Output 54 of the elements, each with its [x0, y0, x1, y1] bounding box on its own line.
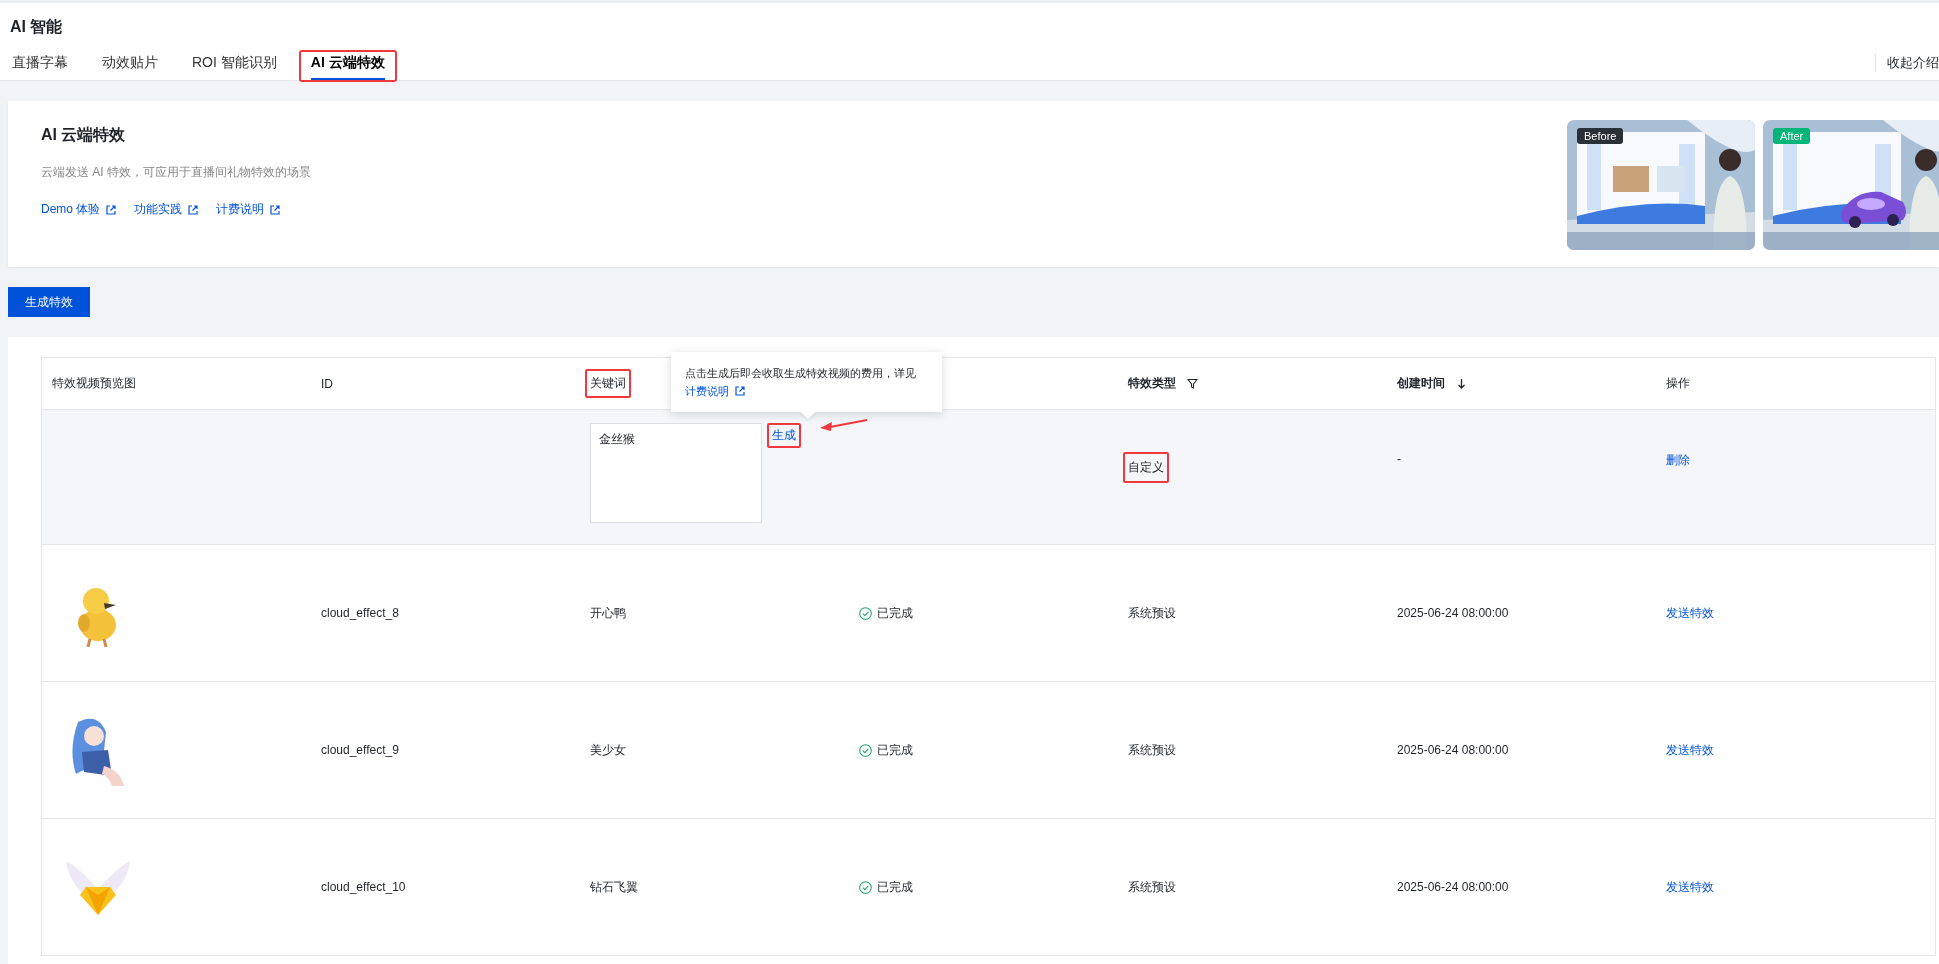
table-cell: 系统预设 — [1128, 605, 1176, 620]
external-link-icon — [106, 204, 117, 215]
column-header: 创建时间 — [1396, 375, 1446, 392]
tab[interactable]: ROI 智能识别 — [180, 50, 289, 82]
column-header: 关键词 — [585, 369, 631, 398]
table-cell: 开心鸭 — [590, 605, 626, 620]
tab[interactable]: 动效贴片 — [90, 50, 170, 82]
status-text: 已完成 — [877, 878, 913, 896]
table-cell: - — [1397, 452, 1401, 466]
check-circle-icon — [859, 606, 872, 620]
tab[interactable]: AI 云端特效 — [298, 50, 397, 82]
table-cell: 自定义 — [1123, 452, 1169, 483]
status-text: 已完成 — [877, 604, 913, 622]
table-cell: 美少女 — [590, 742, 626, 757]
external-link-icon — [735, 386, 745, 396]
table-cell: 钻石飞翼 — [590, 879, 638, 894]
column-header: ID — [320, 375, 334, 393]
table-cell: cloud_effect_9 — [321, 743, 399, 757]
check-circle-icon — [859, 743, 872, 757]
pricing-link[interactable]: 计费说明 — [685, 382, 745, 400]
preview-badge: After — [1773, 128, 1811, 144]
send-effect-link[interactable]: 发送特效 — [1666, 605, 1714, 620]
check-circle-icon — [859, 880, 872, 894]
intro-title: AI 云端特效 — [41, 125, 127, 145]
tooltip-text: 点击生成后即会收取生成特效视频的费用，详见 — [685, 366, 916, 381]
table-cell: 2025-06-24 08:00:00 — [1397, 606, 1509, 620]
table-cell: 2025-06-24 08:00:00 — [1397, 743, 1509, 757]
external-link-icon — [188, 204, 199, 215]
table-cell: cloud_effect_10 — [321, 880, 406, 894]
table-cell: 系统预设 — [1128, 879, 1176, 894]
sort-arrow-icon — [1456, 378, 1467, 389]
generate-link[interactable]: 生成 — [767, 423, 801, 448]
tab[interactable]: 直播字幕 — [0, 50, 80, 82]
status-text: 已完成 — [877, 741, 913, 759]
send-effect-link[interactable]: 发送特效 — [1666, 742, 1714, 757]
column-header: 特效类型 — [1127, 375, 1177, 392]
filter-icon — [1187, 378, 1198, 389]
intro-description: 云端发送 AI 特效，可应用于直播间礼物特效的场景 — [41, 164, 311, 181]
doc-link[interactable]: Demo 体验 — [41, 201, 117, 218]
send-effect-link[interactable]: 发送特效 — [1666, 879, 1714, 894]
table-cell: 2025-06-24 08:00:00 — [1397, 880, 1509, 894]
table-cell: 系统预设 — [1128, 742, 1176, 757]
table-cell: cloud_effect_8 — [321, 606, 399, 620]
page-title: AI 智能 — [10, 17, 64, 37]
create-effect-button[interactable]: 生成特效 — [8, 287, 90, 317]
keyword-input[interactable]: 金丝猴 — [590, 423, 762, 523]
column-header: 特效视频预览图 — [51, 375, 137, 392]
delete-link[interactable]: 删除 — [1666, 453, 1690, 467]
preview-badge: Before — [1577, 128, 1624, 144]
doc-link[interactable]: 计费说明 — [216, 201, 281, 218]
collapse-link[interactable]: 收起介绍 — [1887, 54, 1939, 72]
column-header: 操作 — [1665, 375, 1691, 392]
doc-link[interactable]: 功能实践 — [134, 201, 199, 218]
external-link-icon — [270, 204, 281, 215]
